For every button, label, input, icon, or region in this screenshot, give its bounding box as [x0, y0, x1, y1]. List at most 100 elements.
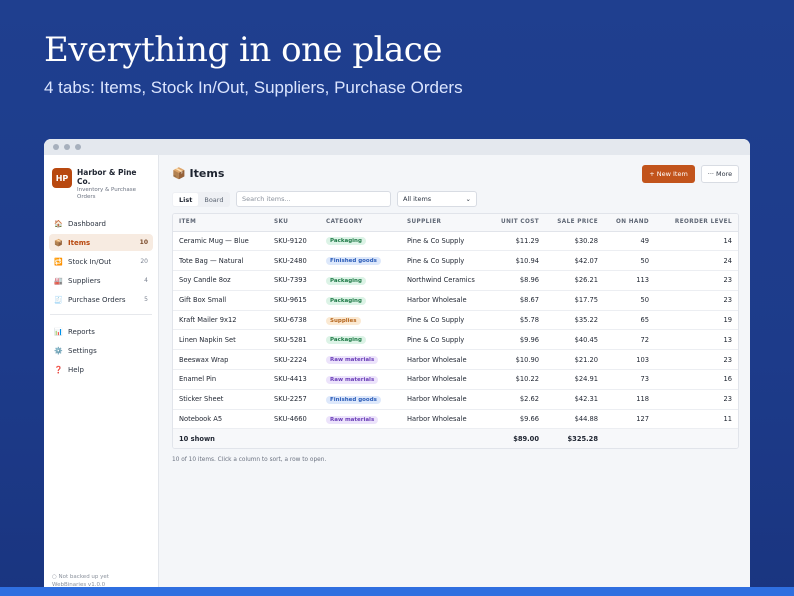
- category-badge: Packaging: [326, 336, 366, 345]
- bottom-bar: [0, 587, 794, 596]
- page-title-text: Items: [189, 167, 225, 180]
- receipt-icon: 🧾: [54, 295, 63, 304]
- footer-sale-price-total: $325.28: [545, 428, 604, 448]
- cell-on-hand: 50: [604, 290, 655, 311]
- cell-item: Kraft Mailer 9x12: [173, 310, 268, 331]
- column-header-unit-cost[interactable]: UNIT COST: [486, 214, 545, 232]
- category-badge: Supplies: [326, 316, 361, 325]
- sidebar-item-label: Purchase Orders: [68, 295, 126, 304]
- box-icon: 📦: [172, 167, 186, 180]
- brand: HP Harbor & Pine Co. Inventory & Purchas…: [44, 155, 158, 209]
- sidebar-item-dashboard[interactable]: 🏠 Dashboard: [49, 215, 153, 232]
- cell-category: Finished goods: [320, 389, 401, 410]
- column-header-supplier[interactable]: SUPPLIER: [401, 214, 486, 232]
- chart-icon: 📊: [54, 327, 63, 336]
- sidebar-item-count: 10: [139, 239, 148, 246]
- sidebar-item-help[interactable]: ❓ Help: [49, 361, 153, 378]
- table-row[interactable]: Beeswax Wrap SKU-2224 Raw materials Harbor …: [173, 349, 738, 371]
- column-header-item[interactable]: ITEM: [173, 214, 268, 232]
- cell-sale-price: $35.22: [545, 310, 604, 331]
- box-icon: 📦: [54, 238, 63, 247]
- sidebar-item-stock-in-out[interactable]: 🔁 Stock In/Out 20: [49, 253, 153, 270]
- cell-category: Packaging: [320, 329, 401, 351]
- table-row[interactable]: Linen Napkin Set SKU-5281 Packaging Pine & …: [173, 329, 738, 351]
- cell-category: Packaging: [320, 290, 401, 311]
- table-row[interactable]: Ceramic Mug — Blue SKU-9120 Packaging Pine …: [173, 231, 738, 252]
- search-input[interactable]: [236, 191, 391, 207]
- cell-reorder-level: 23: [655, 349, 738, 371]
- nav-main: 🏠 Dashboard 📦 Items 10 🔁 Stock In/Out 20 🏭 Suppli…: [44, 209, 158, 308]
- cell-unit-cost: $9.66: [486, 409, 545, 430]
- column-header-sku[interactable]: SKU: [268, 214, 320, 232]
- cell-unit-cost: $10.94: [486, 250, 545, 272]
- footer-shown-count: 10 shown: [173, 428, 268, 448]
- sidebar-item-label: Help: [68, 365, 84, 374]
- window-titlebar: [44, 139, 750, 155]
- category-badge: Packaging: [326, 296, 366, 305]
- cell-on-hand: 65: [604, 310, 655, 331]
- sidebar-item-count: 20: [140, 258, 148, 265]
- cell-sale-price: $24.91: [545, 369, 604, 390]
- cell-supplier: Pine & Co Supply: [401, 231, 486, 252]
- category-badge: Packaging: [326, 276, 366, 285]
- sidebar-item-count: 4: [144, 277, 148, 284]
- table-footer-row: 10 shown $89.00 $325.28: [173, 428, 738, 448]
- view-toggle: List Board: [172, 192, 231, 207]
- cell-item: Enamel Pin: [173, 369, 268, 390]
- sidebar: HP Harbor & Pine Co. Inventory & Purchas…: [44, 155, 159, 589]
- category-badge: Raw materials: [326, 375, 379, 384]
- column-header-on-hand[interactable]: ON HAND: [604, 214, 655, 232]
- cell-supplier: Harbor Wholesale: [401, 369, 486, 390]
- cell-reorder-level: 13: [655, 329, 738, 351]
- cell-category: Supplies: [320, 310, 401, 331]
- cell-unit-cost: $5.78: [486, 310, 545, 331]
- sidebar-item-label: Settings: [68, 346, 97, 355]
- gear-icon: ⚙️: [54, 346, 63, 355]
- cell-sku: SKU-9615: [268, 290, 320, 311]
- cell-item: Notebook A5: [173, 409, 268, 430]
- filter-select[interactable]: All items ⌄: [397, 191, 477, 207]
- sidebar-item-suppliers[interactable]: 🏭 Suppliers 4: [49, 272, 153, 289]
- table-row[interactable]: Enamel Pin SKU-4413 Raw materials Harbor Wh…: [173, 369, 738, 390]
- table-row[interactable]: Sticker Sheet SKU-2257 Finished goods Harbo…: [173, 389, 738, 410]
- cell-reorder-level: 23: [655, 290, 738, 311]
- cell-category: Raw materials: [320, 409, 401, 430]
- cell-on-hand: 49: [604, 231, 655, 252]
- column-header-reorder-level[interactable]: REORDER LEVEL: [655, 214, 738, 232]
- tab-list[interactable]: List: [173, 193, 199, 206]
- cell-on-hand: 118: [604, 389, 655, 410]
- new-item-button[interactable]: + New Item: [642, 165, 695, 183]
- sidebar-item-label: Reports: [68, 327, 95, 336]
- sidebar-item-items[interactable]: 📦 Items 10: [49, 234, 153, 251]
- cell-on-hand: 113: [604, 270, 655, 291]
- table-row[interactable]: Kraft Mailer 9x12 SKU-6738 Supplies Pine & …: [173, 310, 738, 331]
- sidebar-item-reports[interactable]: 📊 Reports: [49, 323, 153, 340]
- window-dot-maximize[interactable]: [75, 144, 81, 150]
- cell-sku: SKU-2224: [268, 349, 320, 371]
- table-header-row: ITEM SKU CATEGORY SUPPLIER UNIT COST SAL…: [173, 214, 738, 232]
- cell-item: Sticker Sheet: [173, 389, 268, 410]
- cell-sale-price: $42.07: [545, 250, 604, 272]
- sidebar-item-settings[interactable]: ⚙️ Settings: [49, 342, 153, 359]
- cell-unit-cost: $8.67: [486, 290, 545, 311]
- more-button[interactable]: ··· More: [701, 165, 739, 183]
- brand-tagline: Inventory & Purchase Orders: [77, 187, 137, 200]
- hero-subtitle: 4 tabs: Items, Stock In/Out, Suppliers, …: [44, 78, 463, 97]
- table-row[interactable]: Soy Candle 8oz SKU-7393 Packaging Northwind…: [173, 270, 738, 291]
- hero-title: Everything in one place: [44, 30, 442, 70]
- cell-on-hand: 73: [604, 369, 655, 390]
- column-header-category[interactable]: CATEGORY: [320, 214, 401, 232]
- backup-status: ○ Not backed up yet: [52, 574, 109, 580]
- column-header-sale-price[interactable]: SALE PRICE: [545, 214, 604, 232]
- table-row[interactable]: Gift Box Small SKU-9615 Packaging Harbor Wh…: [173, 290, 738, 311]
- window-dot-minimize[interactable]: [64, 144, 70, 150]
- tab-board[interactable]: Board: [198, 193, 229, 206]
- arrows-icon: 🔁: [54, 257, 63, 266]
- cell-sku: SKU-5281: [268, 329, 320, 351]
- window-dot-close[interactable]: [53, 144, 59, 150]
- table-row[interactable]: Tote Bag — Natural SKU-2480 Finished goods…: [173, 250, 738, 272]
- cell-unit-cost: $2.62: [486, 389, 545, 410]
- sidebar-item-purchase-orders[interactable]: 🧾 Purchase Orders 5: [49, 291, 153, 308]
- cell-unit-cost: $10.22: [486, 369, 545, 390]
- table-row[interactable]: Notebook A5 SKU-4660 Raw materials Harbor W…: [173, 409, 738, 430]
